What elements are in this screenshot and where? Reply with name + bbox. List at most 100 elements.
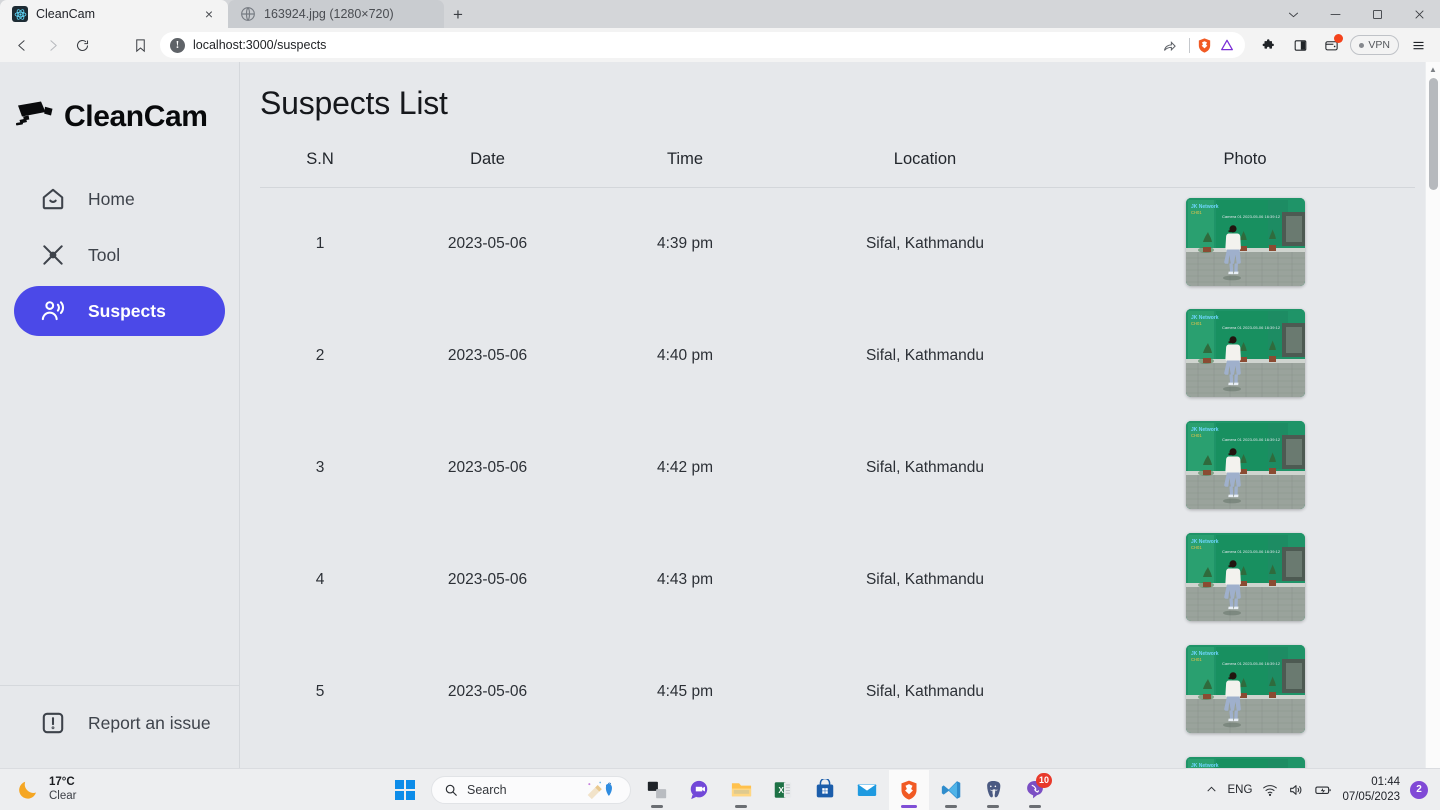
svg-text:CH01: CH01: [1191, 210, 1202, 215]
search-input[interactable]: Search: [431, 775, 631, 804]
sidebar-item-label: Home: [88, 188, 135, 209]
share-icon[interactable]: [1155, 32, 1183, 58]
suspect-location: Sifal, Kathmandu: [865, 235, 985, 253]
viber-badge: 10: [1035, 772, 1052, 788]
new-tab-button[interactable]: +: [444, 2, 472, 28]
report-issue-label: Report an issue: [88, 712, 211, 733]
browser-menu-icon[interactable]: [1404, 32, 1432, 58]
viber-icon[interactable]: 10: [1015, 770, 1055, 810]
cctv-camera-icon: [14, 100, 54, 134]
svg-text:Camera 01 2023-05-06 16:39:12: Camera 01 2023-05-06 16:39:12: [1222, 549, 1281, 554]
brave-icon[interactable]: [889, 769, 929, 810]
start-icon[interactable]: [385, 770, 425, 810]
sidebar-nav: Home Tool Suspects: [0, 174, 239, 336]
table-row[interactable]: 4 2023-05-06 4:43 pm Sifal, Kathmandu JK…: [260, 524, 1415, 636]
sidebar-item-home[interactable]: Home: [14, 174, 225, 224]
taskbar-clock[interactable]: 01:44 07/05/2023: [1342, 775, 1400, 804]
vscode-icon[interactable]: [931, 770, 971, 810]
site-info-icon[interactable]: !: [170, 37, 185, 53]
tab-search-icon[interactable]: [1272, 0, 1314, 28]
column-header-time: Time: [595, 140, 775, 189]
battery-icon[interactable]: [1314, 781, 1332, 799]
close-window-icon[interactable]: [1398, 0, 1440, 28]
browser-window: CleanCam × 163924.jpg (1280×720) + ! loc…: [0, 0, 1440, 810]
page-scrollbar[interactable]: ▲: [1425, 62, 1440, 768]
system-tray: ENG 01:44 07/05/2023 2: [1205, 775, 1440, 804]
puzzle-extensions-icon[interactable]: [1255, 32, 1283, 58]
microsoft-store-icon[interactable]: [805, 770, 845, 810]
browser-tab-image[interactable]: 163924.jpg (1280×720): [228, 0, 444, 28]
suspect-sn: 1: [315, 235, 325, 253]
column-header-date: Date: [380, 140, 595, 189]
minimize-icon[interactable]: [1314, 0, 1356, 28]
taskbar-weather-widget[interactable]: 17°C Clear: [0, 776, 76, 802]
table-row[interactable]: 1 2023-05-06 4:39 pm Sifal, Kathmandu JK…: [260, 188, 1415, 300]
suspect-photo-thumbnail[interactable]: JK Network CH01 Camera 01 2023-05-06 16:…: [1185, 197, 1305, 286]
suspect-date: 2023-05-06: [447, 346, 528, 364]
table-row[interactable]: 62023-05-064:46 pmSifal, Kathmandu: [260, 748, 1415, 768]
mail-icon[interactable]: [847, 770, 887, 810]
sidebar-item-tool[interactable]: Tool: [14, 230, 225, 280]
report-an-issue-button[interactable]: Report an issue: [14, 700, 225, 746]
scroll-up-arrow-icon[interactable]: ▲: [1426, 62, 1440, 77]
search-icon: [445, 784, 457, 796]
svg-text:X: X: [778, 786, 784, 795]
tray-chevron-icon[interactable]: [1205, 783, 1218, 796]
reload-icon[interactable]: [68, 32, 96, 58]
suspect-photo-thumbnail[interactable]: JK Network CH01 Camera 01 2023-05-06 16:…: [1185, 757, 1305, 768]
sidebar-item-suspects[interactable]: Suspects: [14, 286, 225, 336]
file-explorer-icon[interactable]: [721, 770, 761, 810]
suspect-photo-thumbnail[interactable]: JK Network CH01 Camera 01 2023-05-06 16:…: [1185, 309, 1305, 398]
browser-toolbar: ! localhost:3000/suspects VPN: [0, 28, 1440, 62]
triangle-extension-icon[interactable]: [1219, 37, 1235, 53]
vpn-status-dot: [1359, 42, 1365, 48]
window-controls: [1272, 0, 1440, 28]
vpn-button[interactable]: VPN: [1350, 35, 1399, 55]
address-bar[interactable]: ! localhost:3000/suspects: [160, 32, 1246, 58]
excel-icon[interactable]: X: [763, 770, 803, 810]
suspect-photo-cell[interactable]: JK Network CH01 Camera 01 2023-05-06 16:…: [1075, 524, 1415, 636]
maximize-icon[interactable]: [1356, 0, 1398, 28]
svg-text:Camera 01 2023-05-06 16:39:12: Camera 01 2023-05-06 16:39:12: [1222, 214, 1281, 219]
table-row[interactable]: 3 2023-05-06 4:42 pm Sifal, Kathmandu JK…: [260, 412, 1415, 524]
bookmark-icon[interactable]: [126, 32, 154, 58]
suspect-location: Sifal, Kathmandu: [865, 458, 985, 476]
suspect-location: Sifal, Kathmandu: [865, 682, 985, 700]
scrollbar-thumb[interactable]: [1429, 78, 1438, 190]
back-icon[interactable]: [8, 32, 36, 58]
suspect-photo-thumbnail[interactable]: JK Network CH01 Camera 01 2023-05-06 16:…: [1185, 421, 1305, 510]
brave-wallet-icon[interactable]: [1317, 32, 1345, 58]
wifi-icon[interactable]: [1262, 782, 1278, 798]
volume-icon[interactable]: [1288, 782, 1304, 798]
suspect-photo-cell[interactable]: JK Network CH01 Camera 01 2023-05-06 16:…: [1075, 188, 1415, 300]
notification-badge[interactable]: 2: [1410, 780, 1428, 799]
table-row[interactable]: 2 2023-05-06 4:40 pm Sifal, Kathmandu JK…: [260, 300, 1415, 412]
suspect-photo-cell[interactable]: JK Network CH01 Camera 01 2023-05-06 16:…: [1075, 300, 1415, 412]
close-icon[interactable]: ×: [200, 5, 218, 23]
suspect-time: 4:40 pm: [656, 346, 713, 364]
column-header-sn: S.N: [260, 140, 380, 189]
brave-shields-icon[interactable]: [1196, 37, 1213, 54]
suspect-time: 4:39 pm: [656, 235, 713, 253]
task-view-icon[interactable]: [637, 770, 677, 810]
forward-icon[interactable]: [38, 32, 66, 58]
language-indicator[interactable]: ENG: [1228, 784, 1253, 796]
postgresql-icon[interactable]: [973, 770, 1013, 810]
vpn-label: VPN: [1368, 39, 1390, 51]
tab-strip: CleanCam × 163924.jpg (1280×720) +: [0, 0, 1440, 28]
table-header: S.N Date Time Location Photo: [260, 140, 1415, 189]
suspect-photo-cell[interactable]: JK Network CH01 Camera 01 2023-05-06 16:…: [1075, 412, 1415, 524]
suspect-sn: 3: [315, 458, 325, 476]
suspect-photo-thumbnail[interactable]: JK Network CH01 Camera 01 2023-05-06 16:…: [1185, 533, 1305, 622]
chat-icon[interactable]: [679, 770, 719, 810]
cctv-photo-image: JK Network CH01 Camera 01 2023-05-06 16:…: [1185, 421, 1305, 510]
table-row[interactable]: 5 2023-05-06 4:45 pm Sifal, Kathmandu JK…: [260, 636, 1415, 748]
sidebar-toggle-icon[interactable]: [1286, 32, 1314, 58]
app-logo[interactable]: CleanCam: [0, 88, 239, 146]
main-content: Suspects List S.N Date Time Location Pho…: [240, 62, 1440, 768]
browser-tab-cleancam[interactable]: CleanCam ×: [0, 0, 228, 28]
weather-temperature: 17°C: [49, 776, 75, 789]
suspect-photo-thumbnail[interactable]: JK Network CH01 Camera 01 2023-05-06 16:…: [1185, 645, 1305, 734]
suspect-photo-cell[interactable]: JK Network CH01 Camera 01 2023-05-06 16:…: [1075, 748, 1415, 768]
suspect-photo-cell[interactable]: JK Network CH01 Camera 01 2023-05-06 16:…: [1075, 636, 1415, 748]
